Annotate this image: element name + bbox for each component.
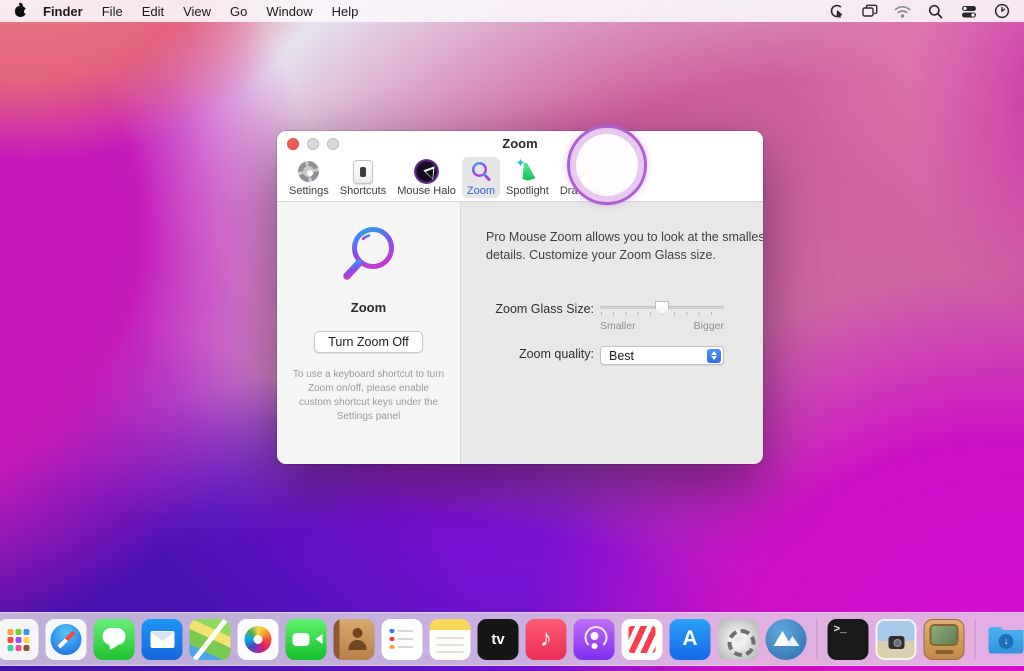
spotlight-cone-icon (515, 160, 539, 184)
tab-settings[interactable]: Settings (284, 157, 334, 198)
shortcut-help-text: To use a keyboard shortcut to turn Zoom … (293, 368, 445, 424)
dock-separator (975, 619, 976, 659)
menu-bar: Finder File Edit View Go Window Help (0, 0, 1024, 22)
reminders-app-icon (382, 619, 423, 660)
wifi-icon[interactable] (894, 3, 911, 20)
maps-app-icon (190, 619, 231, 660)
promouse-app-icon (766, 619, 807, 660)
dock-launchpad-icon[interactable] (0, 619, 39, 660)
appstore-app-icon (670, 619, 711, 660)
control-center-icon[interactable] (960, 3, 977, 20)
sidebar-zoom-title: Zoom (351, 300, 386, 315)
facetime-app-icon (286, 619, 327, 660)
dock-facetime-icon[interactable] (286, 619, 327, 660)
tab-zoom[interactable]: Zoom (462, 157, 500, 198)
zoom-sidebar: Zoom Turn Zoom Off To use a keyboard sho… (277, 202, 461, 464)
glass-size-slider[interactable] (600, 301, 724, 316)
contacts-app-icon (334, 619, 375, 660)
gear-icon (298, 161, 319, 182)
menu-edit[interactable]: Edit (142, 4, 164, 19)
preferences-toolbar: Settings Shortcuts Mouse Halo Zoom (277, 156, 763, 202)
pro-mouse-preferences-window: Zoom Settings Shortcuts Mouse Halo (277, 131, 763, 464)
menu-window[interactable]: Window (266, 4, 312, 19)
terminal-app-icon (828, 619, 869, 660)
title-bar[interactable]: Zoom (277, 131, 763, 156)
bigger-label: Bigger (694, 320, 724, 332)
zoom-quality-label: Zoom quality: (486, 346, 594, 361)
dock-retrotv-icon[interactable] (924, 619, 965, 660)
mouse-halo-icon (414, 159, 439, 184)
dock-appstore-icon[interactable] (670, 619, 711, 660)
podcasts-app-icon (574, 619, 615, 660)
news-app-icon (622, 619, 663, 660)
magnifier-icon (469, 160, 493, 184)
retrotv-app-icon (924, 619, 965, 660)
menu-status-area (828, 3, 1010, 20)
safari-app-icon (46, 619, 87, 660)
slider-range-labels: Smaller Bigger (600, 320, 724, 332)
menu-view[interactable]: View (183, 4, 211, 19)
zoom-settings-panel: Pro Mouse Zoom allows you to look at the… (461, 202, 763, 464)
tab-mouse-halo[interactable]: Mouse Halo (392, 157, 461, 198)
dock-downloads-icon[interactable] (986, 619, 1024, 660)
dock-mail-icon[interactable] (142, 619, 183, 660)
music-app-icon (526, 619, 567, 660)
launchpad-app-icon (0, 619, 39, 660)
dock-separator (817, 619, 818, 659)
zoom-description: Pro Mouse Zoom allows you to look at the… (486, 229, 763, 265)
dock-sysprefs-icon[interactable] (718, 619, 759, 660)
dock (0, 612, 1024, 666)
dock-terminal-icon[interactable] (828, 619, 869, 660)
dock-news-icon[interactable] (622, 619, 663, 660)
zoom-quality-dropdown[interactable]: Best (600, 346, 724, 365)
sysprefs-app-icon (718, 619, 759, 660)
dock-promouse-icon[interactable] (766, 619, 807, 660)
dock-music-icon[interactable] (526, 619, 567, 660)
menu-file[interactable]: File (102, 4, 123, 19)
pro-mouse-icon[interactable] (828, 3, 845, 20)
tab-shortcuts[interactable]: Shortcuts (335, 157, 391, 198)
dropdown-stepper-icon (707, 349, 721, 363)
screen-mirroring-icon[interactable] (861, 3, 878, 20)
dock-notes-icon[interactable] (430, 619, 471, 660)
zoom-glass-overlay[interactable] (567, 125, 647, 205)
dock-podcasts-icon[interactable] (574, 619, 615, 660)
zoom-quality-value: Best (609, 349, 634, 363)
downloads-app-icon (986, 619, 1024, 660)
dock-photos-icon[interactable] (238, 619, 279, 660)
photos-app-icon (238, 619, 279, 660)
dock-tv-icon[interactable] (478, 619, 519, 660)
magnifier-gradient-icon (337, 224, 401, 290)
menu-go[interactable]: Go (230, 4, 247, 19)
clock-icon[interactable] (993, 3, 1010, 20)
keycap-icon (353, 160, 373, 184)
dock-maps-icon[interactable] (190, 619, 231, 660)
imagecapture-app-icon (876, 619, 917, 660)
tab-spotlight[interactable]: Spotlight (501, 157, 554, 198)
smaller-label: Smaller (600, 320, 636, 332)
spotlight-search-icon[interactable] (927, 3, 944, 20)
menu-finder[interactable]: Finder (43, 4, 83, 19)
dock-reminders-icon[interactable] (382, 619, 423, 660)
glass-size-label: Zoom Glass Size: (486, 301, 594, 316)
turn-zoom-off-button[interactable]: Turn Zoom Off (314, 331, 423, 353)
dock-safari-icon[interactable] (46, 619, 87, 660)
messages-app-icon (94, 619, 135, 660)
apple-icon[interactable] (14, 4, 27, 18)
dock-messages-icon[interactable] (94, 619, 135, 660)
window-title: Zoom (277, 136, 763, 151)
notes-app-icon (430, 619, 471, 660)
menu-help[interactable]: Help (332, 4, 359, 19)
tv-app-icon (478, 619, 519, 660)
dock-contacts-icon[interactable] (334, 619, 375, 660)
dock-imagecapture-icon[interactable] (876, 619, 917, 660)
desktop: Finder File Edit View Go Window Help (0, 0, 1024, 671)
mail-app-icon (142, 619, 183, 660)
